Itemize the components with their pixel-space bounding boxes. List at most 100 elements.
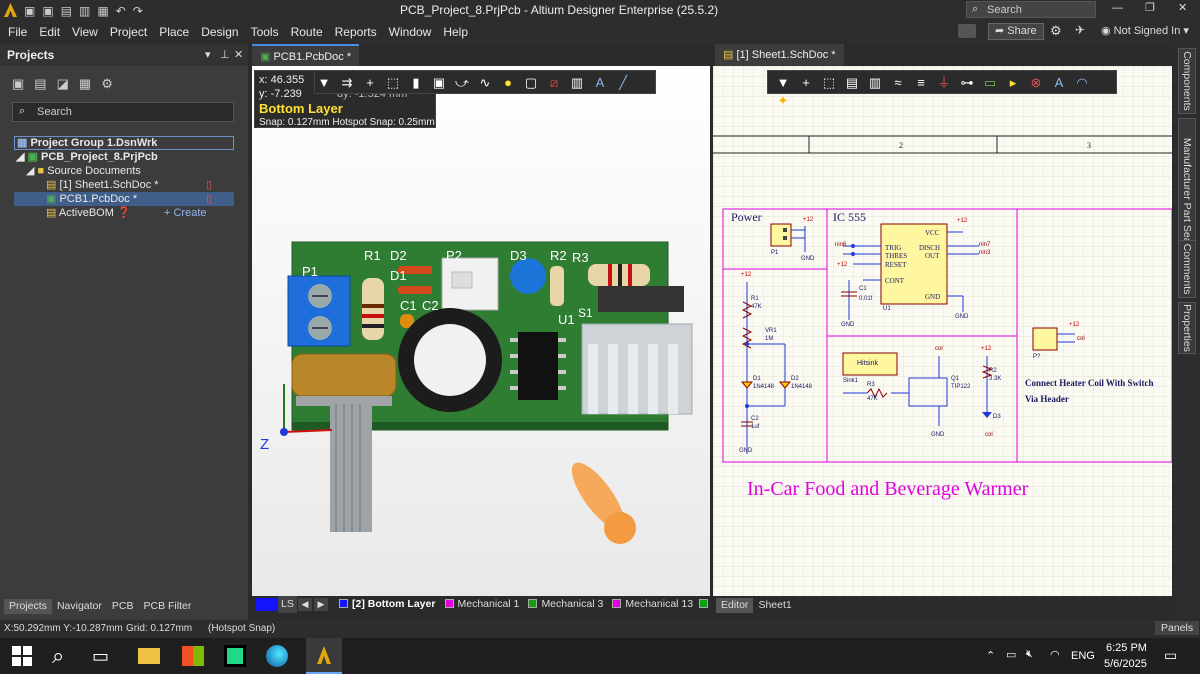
select-rect-icon[interactable]: ⬚ [384, 74, 402, 92]
create-link[interactable]: + Create [164, 206, 207, 220]
menu-place[interactable]: Place [153, 20, 195, 44]
bus-icon[interactable]: ≡ [912, 74, 930, 92]
gear-icon[interactable]: ⚙ [101, 76, 123, 91]
layer-tab-mech1[interactable]: Mechanical 1 [442, 596, 523, 613]
wire-icon[interactable]: ≈ [889, 74, 907, 92]
diff-pair-icon[interactable]: ∿ [476, 74, 494, 92]
menu-view[interactable]: View [66, 20, 104, 44]
search-icon[interactable]: ⌕ [52, 642, 80, 670]
gnd-port-icon[interactable]: ⏚ [935, 74, 953, 92]
component-icon[interactable]: ▥ [866, 74, 884, 92]
tab-pcb-doc[interactable]: ▣ PCB1.PcbDoc * [252, 44, 360, 66]
menu-edit[interactable]: Edit [33, 20, 66, 44]
port-icon[interactable]: ▸ [1004, 74, 1022, 92]
pin-icon[interactable]: ⊥ [220, 48, 230, 61]
panel-menu-icon[interactable]: ▾ [205, 48, 211, 61]
filter-icon[interactable]: ▼ [774, 74, 792, 92]
bar-chart-icon[interactable]: ▮ [407, 74, 425, 92]
volume-icon[interactable]: 🔇︎ [1026, 648, 1033, 661]
via-icon[interactable]: ● [499, 74, 517, 92]
dimension-icon[interactable]: ▥ [568, 74, 586, 92]
component-icon[interactable]: ▣ [430, 74, 448, 92]
tab-comments[interactable]: Comments [1178, 240, 1196, 298]
keepout-icon[interactable]: ⧄ [545, 74, 563, 92]
layer-tab-mech13[interactable]: Mechanical 13 [609, 596, 696, 613]
layer-next-icon[interactable]: ▶ [314, 598, 328, 611]
sheet-symbol-icon[interactable]: ▭ [981, 74, 999, 92]
wifi-icon[interactable]: ◠ [1050, 648, 1060, 661]
user-account[interactable]: ◉ Not Signed In ▾ [1101, 24, 1189, 37]
menu-design[interactable]: Design [195, 20, 244, 44]
projects-search[interactable]: ⌕ Search [12, 102, 234, 122]
tree-item-pcbdoc[interactable]: ▣ PCB1.PcbDoc * ▯ [14, 192, 234, 206]
pcb-3d-view[interactable]: P1 R1 D2 D1 P2 D3 R2 R3 C1 C2 U1 S1 Z x:… [252, 66, 710, 596]
layer-tab-mech3[interactable]: Mechanical 3 [525, 596, 606, 613]
text-icon[interactable]: A [591, 74, 609, 92]
title-search[interactable]: ⌕ Search [966, 1, 1096, 18]
clock-date[interactable]: 5/6/2025 [1104, 658, 1147, 670]
store-icon[interactable] [182, 646, 204, 666]
tab-components[interactable]: Components [1178, 48, 1196, 114]
layer-tab-bottom[interactable]: [2] Bottom Layer [336, 596, 438, 613]
battery-icon[interactable]: ▭ [1006, 648, 1016, 661]
add-icon[interactable]: + [797, 74, 815, 92]
tree-item-schdoc[interactable]: ▤ [1] Sheet1.SchDoc * ▯ [14, 178, 234, 192]
pycharm-icon[interactable] [224, 645, 246, 667]
add-icon[interactable]: + [361, 74, 379, 92]
region-icon[interactable]: ▢ [522, 74, 540, 92]
open-folder-icon[interactable]: ▦ [79, 76, 101, 91]
close-button[interactable]: ✕ [1178, 1, 1187, 14]
arc-icon[interactable]: ◠ [1073, 74, 1091, 92]
panel-close-icon[interactable]: ✕ [234, 48, 243, 61]
tab-sheet1[interactable]: Sheet1 [753, 598, 796, 613]
menu-tools[interactable]: Tools [245, 20, 285, 44]
notification-center-icon[interactable]: ▭ [1164, 647, 1177, 664]
menu-route[interactable]: Route [285, 20, 329, 44]
tab-projects[interactable]: Projects [4, 599, 52, 614]
tree-item-bom[interactable]: ▤ ActiveBOM ❓ + Create [14, 206, 234, 220]
net-label-icon[interactable]: ⊶ [958, 74, 976, 92]
tab-sch-doc[interactable]: ▤ [1] Sheet1.SchDoc * [715, 44, 844, 66]
ls-button[interactable]: LS [278, 596, 297, 613]
interactive-route-icon[interactable]: ⤻ [453, 74, 471, 92]
menu-window[interactable]: Window [383, 20, 438, 44]
maximize-button[interactable]: ❐ [1145, 1, 1155, 14]
language-indicator[interactable]: ENG [1071, 650, 1095, 662]
current-layer-swatch[interactable] [256, 598, 278, 611]
edge-icon[interactable] [266, 645, 288, 667]
file-explorer-icon[interactable] [138, 648, 160, 664]
layer-prev-icon[interactable]: ◀ [298, 598, 312, 611]
text-icon[interactable]: A [1050, 74, 1068, 92]
tab-properties[interactable]: Properties [1178, 302, 1196, 354]
windows-start-icon[interactable] [12, 646, 32, 666]
align-icon[interactable]: ▤ [843, 74, 861, 92]
task-view-icon[interactable]: ▭ [92, 642, 120, 670]
harness-icon[interactable]: ✦ [774, 92, 792, 110]
select-rect-icon[interactable]: ⬚ [820, 74, 838, 92]
menu-help[interactable]: Help [437, 20, 474, 44]
schematic-view[interactable]: 2 3 Power IC 555 P1 GND +12 nin6 +12 TRI… [713, 66, 1172, 596]
altium-taskbar-icon[interactable] [306, 638, 342, 674]
tab-pcb[interactable]: PCB [107, 599, 139, 614]
notifications-icon[interactable]: ✈ [1075, 23, 1085, 37]
menu-reports[interactable]: Reports [329, 20, 383, 44]
tray-chevron-icon[interactable]: ⌃ [986, 649, 995, 662]
save-icon[interactable]: ▣ [12, 76, 34, 91]
directive-icon[interactable]: ⊗ [1027, 74, 1045, 92]
tab-editor[interactable]: Editor [716, 598, 754, 613]
tree-item-project[interactable]: ◢ ▣ PCB_Project_8.PrjPcb [14, 150, 234, 164]
settings-gear-icon[interactable]: ⚙ [1050, 23, 1062, 39]
share-button[interactable]: ➦ Share [988, 23, 1044, 40]
panels-button[interactable]: Panels [1155, 621, 1200, 635]
save-all-icon[interactable]: ▤ [34, 76, 56, 91]
tree-item-group[interactable]: ▦ Project Group 1.DsnWrk [14, 136, 234, 150]
quick-access-toolbar[interactable]: ▣▣▤▥▦↶↷ [24, 4, 150, 18]
chat-icon[interactable] [958, 24, 976, 38]
compile-icon[interactable]: ◪ [57, 76, 79, 91]
tree-item-folder[interactable]: ◢ ■ Source Documents [14, 164, 234, 178]
line-icon[interactable]: ╱ [614, 74, 632, 92]
filter-icon[interactable]: ▼ [315, 74, 333, 92]
tab-pcb-filter[interactable]: PCB Filter [138, 599, 196, 614]
route-icon[interactable]: ⇉ [338, 74, 356, 92]
minimize-button[interactable]: — [1112, 2, 1123, 14]
